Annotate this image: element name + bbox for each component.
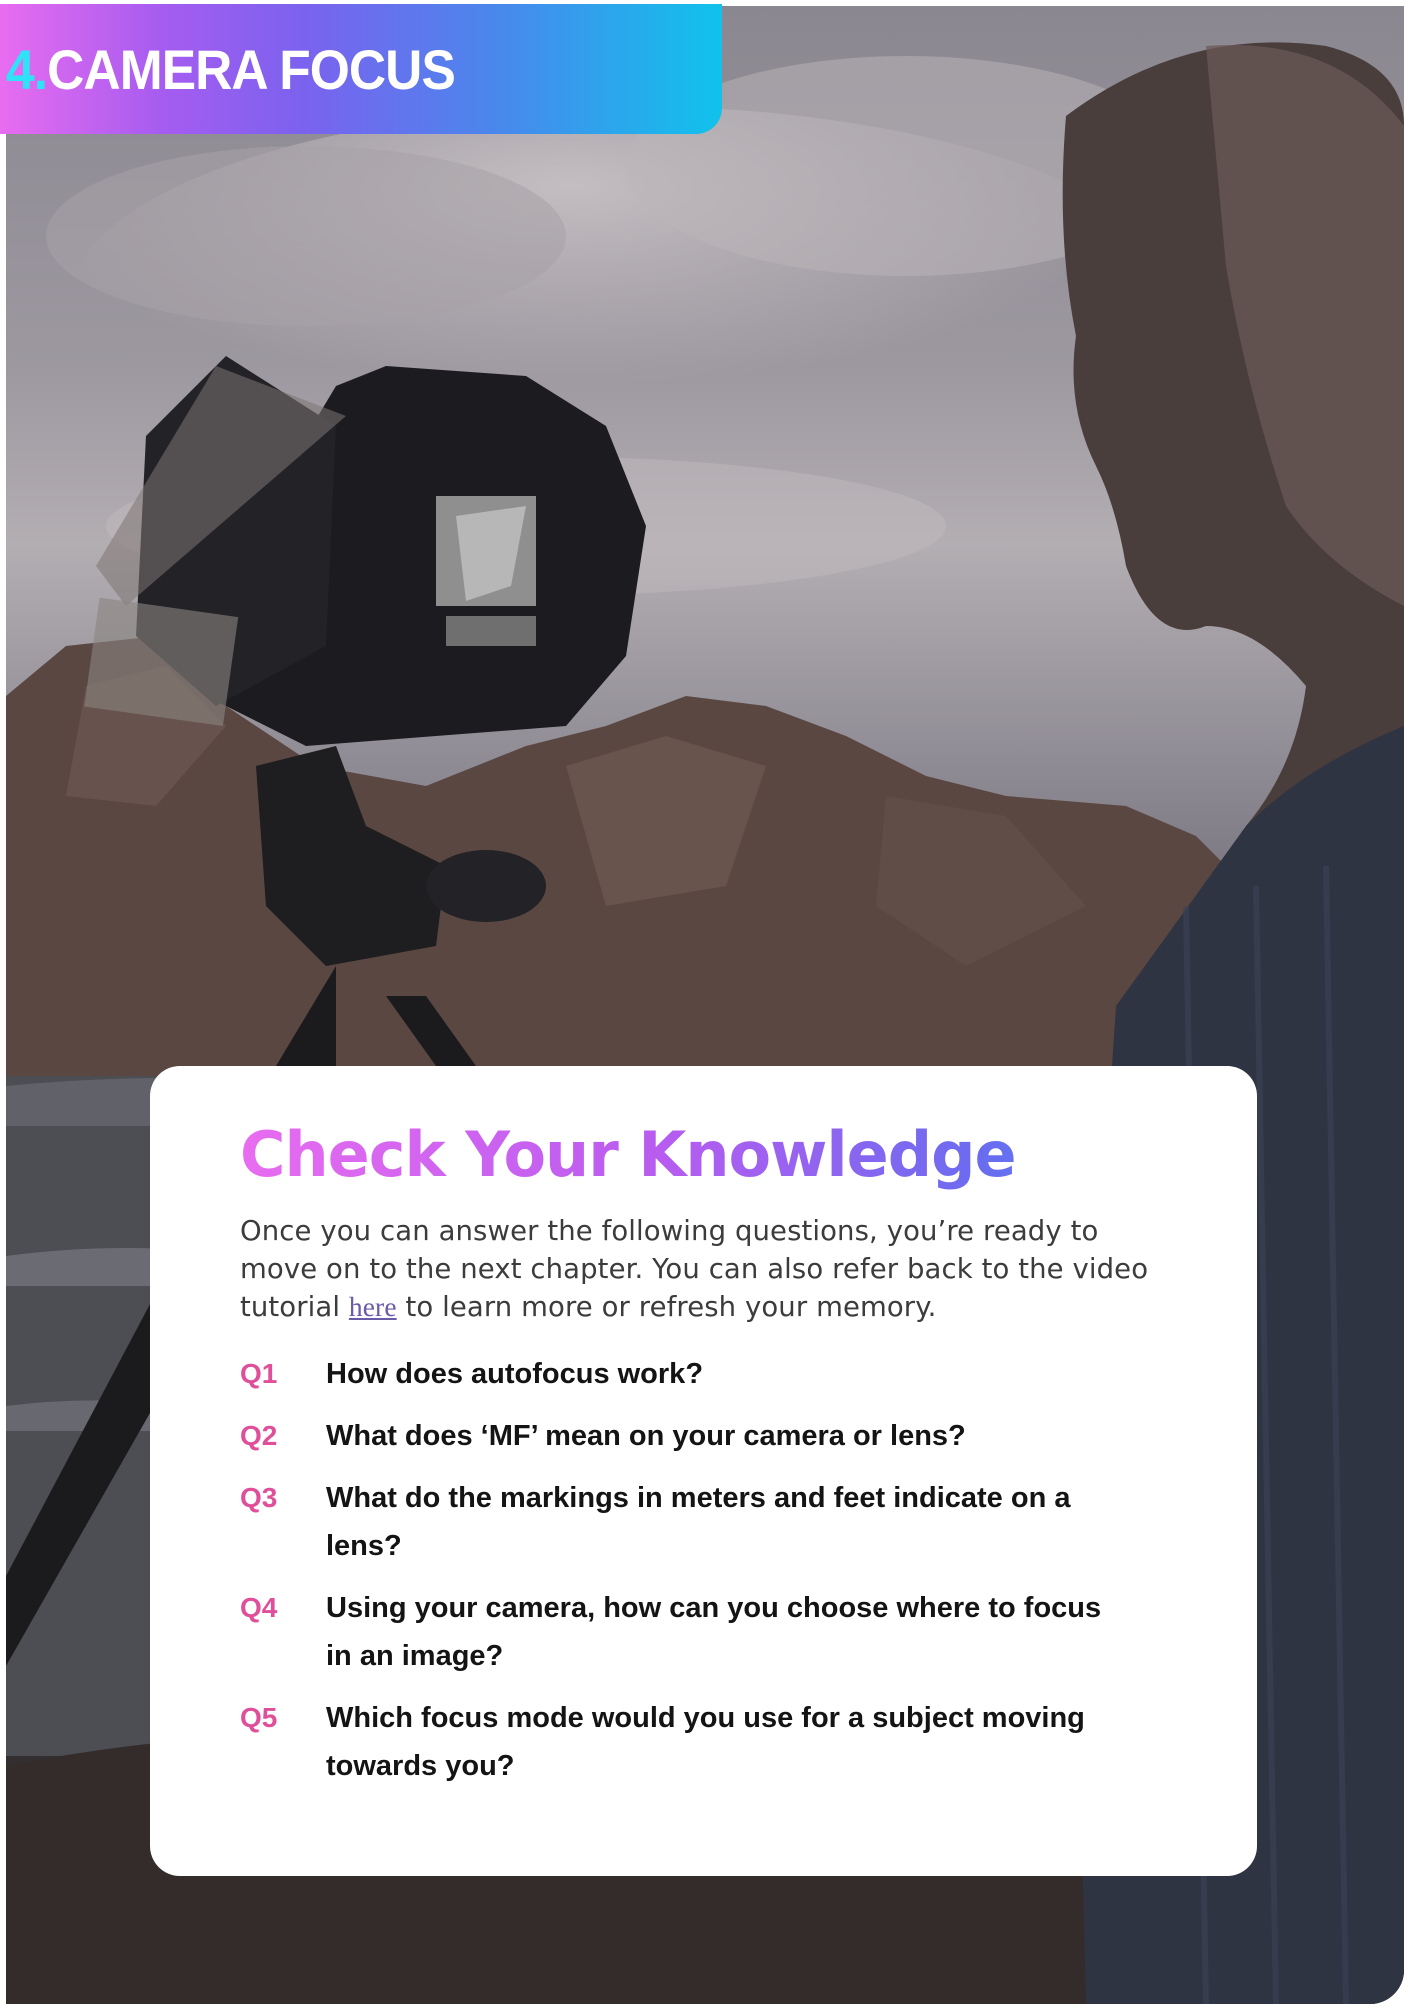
question-list: Q1 How does autofocus work? Q2 What does… [240,1350,1167,1790]
chapter-title: 4.CAMERA FOCUS [6,37,456,102]
question-item: Q5 Which focus mode would you use for a … [240,1694,1167,1790]
card-intro: Once you can answer the following questi… [240,1212,1167,1326]
chapter-banner: 4.CAMERA FOCUS [0,4,722,134]
question-text: How does autofocus work? [326,1358,704,1390]
question-text: What does ‘MF’ mean on your camera or le… [326,1420,966,1452]
chapter-title-text: CAMERA FOCUS [47,37,456,101]
question-text: Using your camera, how can you choose wh… [326,1592,1102,1672]
question-number: Q2 [240,1420,278,1451]
card-title: Check Your Knowledge [240,1120,1167,1190]
question-item: Q2 What does ‘MF’ mean on your camera or… [240,1412,1167,1460]
question-number: Q4 [240,1592,278,1623]
question-number: Q3 [240,1482,278,1513]
question-text: What do the markings in meters and feet … [326,1482,1071,1562]
knowledge-card: Check Your Knowledge Once you can answer… [150,1066,1257,1876]
question-text: Which focus mode would you use for a sub… [326,1702,1085,1782]
question-item: Q1 How does autofocus work? [240,1350,1167,1398]
question-number: Q5 [240,1702,278,1733]
intro-text-after-link: to learn more or refresh your memory. [396,1291,937,1323]
question-item: Q3 What do the markings in meters and fe… [240,1474,1167,1570]
video-tutorial-link[interactable]: here [349,1291,397,1322]
chapter-number: 4. [6,37,48,101]
question-item: Q4 Using your camera, how can you choose… [240,1584,1167,1680]
question-number: Q1 [240,1358,278,1389]
